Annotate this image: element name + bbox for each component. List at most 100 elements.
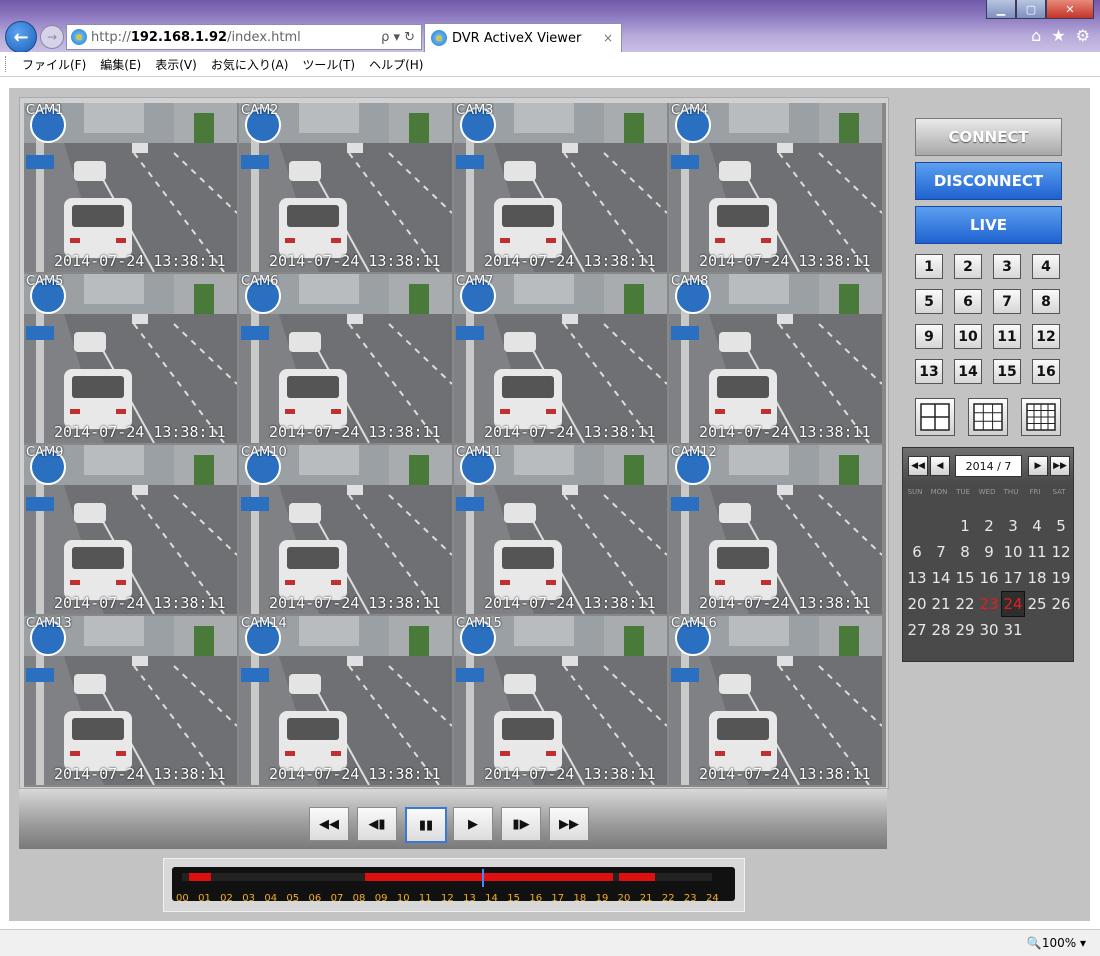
camera-tile[interactable]: CAM5 2014-07-24 13:38:11 <box>24 274 237 443</box>
zoom-level[interactable]: 🔍100% ▾ <box>1027 936 1086 950</box>
calendar-day[interactable]: 3 <box>1001 513 1025 539</box>
channel-button[interactable]: 7 <box>993 289 1021 314</box>
calendar-day[interactable]: 16 <box>977 565 1001 591</box>
next-year-button[interactable]: ▶▶ <box>1050 456 1070 476</box>
calendar-day[interactable]: 28 <box>929 617 953 643</box>
step-forward-button[interactable]: ▮▶ <box>501 807 541 841</box>
gear-icon[interactable]: ⚙ <box>1076 26 1090 45</box>
camera-tile[interactable]: CAM9 2014-07-24 13:38:11 <box>24 445 237 614</box>
favorites-star-icon[interactable]: ★ <box>1051 26 1065 45</box>
address-bar[interactable]: e http://192.168.1.92/index.html ρ ▾ ↻ <box>66 24 422 50</box>
live-button[interactable]: LIVE <box>915 206 1062 244</box>
timeline[interactable]: 00 01 02 03 04 05 06 07 08 09 10 11 12 13 14 15 16 17 18 19… <box>172 867 735 904</box>
pause-button[interactable]: ▮▮ <box>405 807 447 843</box>
camera-tile[interactable]: CAM1 2014-07-24 13:38:11 <box>24 103 237 272</box>
timeline-track[interactable]: 00 01 02 03 04 05 06 07 08 09 10 11 12 13 14 15 16 17 18 19… <box>176 869 719 904</box>
camera-tile[interactable]: CAM6 2014-07-24 13:38:11 <box>239 274 452 443</box>
calendar-day[interactable]: 11 <box>1025 539 1049 565</box>
connect-button[interactable]: CONNECT <box>915 118 1062 156</box>
home-icon[interactable]: ⌂ <box>1031 26 1041 45</box>
camera-tile[interactable]: CAM4 2014-07-24 13:38:11 <box>669 103 882 272</box>
next-month-button[interactable]: ▶ <box>1028 456 1048 476</box>
minimize-button[interactable]: ▁ <box>986 0 1016 19</box>
calendar-day[interactable]: 30 <box>977 617 1001 643</box>
calendar-day[interactable]: 13 <box>905 565 929 591</box>
calendar-day[interactable]: 17 <box>1001 565 1025 591</box>
calendar-day[interactable]: 31 <box>1001 617 1025 643</box>
step-back-button[interactable]: ◀▮ <box>357 807 397 841</box>
camera-tile[interactable]: CAM12 2014-07-24 13:38:11 <box>669 445 882 614</box>
calendar-day[interactable]: 19 <box>1049 565 1073 591</box>
layout-3x3-button[interactable] <box>968 398 1008 436</box>
channel-button[interactable]: 16 <box>1032 359 1060 384</box>
disconnect-button[interactable]: DISCONNECT <box>915 162 1062 200</box>
camera-tile[interactable]: CAM2 2014-07-24 13:38:11 <box>239 103 452 272</box>
calendar-day[interactable]: 20 <box>905 591 929 617</box>
camera-tile[interactable]: CAM15 2014-07-24 13:38:11 <box>454 616 667 785</box>
channel-button[interactable]: 6 <box>954 289 982 314</box>
calendar-day[interactable]: 1 <box>953 513 977 539</box>
close-window-button[interactable]: ✕ <box>1046 0 1094 19</box>
layout-4x4-button[interactable] <box>1021 398 1061 436</box>
camera-tile[interactable]: CAM8 2014-07-24 13:38:11 <box>669 274 882 443</box>
calendar-day[interactable]: 12 <box>1049 539 1073 565</box>
calendar-day[interactable]: 9 <box>977 539 1001 565</box>
forward-button[interactable]: → <box>40 25 64 49</box>
camera-tile[interactable]: CAM16 2014-07-24 13:38:11 <box>669 616 882 785</box>
menu-tools[interactable]: ツール(T) <box>302 56 355 73</box>
menu-help[interactable]: ヘルプ(H) <box>369 56 423 73</box>
search-refresh-icons[interactable]: ρ ▾ ↻ <box>381 30 415 45</box>
channel-button[interactable]: 14 <box>954 359 982 384</box>
channel-button[interactable]: 9 <box>915 324 943 349</box>
calendar-day[interactable]: 2 <box>977 513 1001 539</box>
calendar-day[interactable]: 5 <box>1049 513 1073 539</box>
layout-2x2-button[interactable] <box>915 398 955 436</box>
channel-button[interactable]: 15 <box>993 359 1021 384</box>
calendar-day[interactable]: 27 <box>905 617 929 643</box>
fast-rewind-button[interactable]: ◀◀ <box>309 807 349 841</box>
channel-button[interactable]: 13 <box>915 359 943 384</box>
calendar-day[interactable]: 26 <box>1049 591 1073 617</box>
menu-view[interactable]: 表示(V) <box>155 56 197 73</box>
calendar-day[interactable]: 15 <box>953 565 977 591</box>
tab-close-icon[interactable]: × <box>603 31 613 45</box>
fast-forward-button[interactable]: ▶▶ <box>549 807 589 841</box>
calendar-day[interactable]: 14 <box>929 565 953 591</box>
timeline-cursor[interactable] <box>482 869 485 887</box>
back-button[interactable]: ← <box>5 21 37 53</box>
menu-file[interactable]: ファイル(F) <box>22 56 86 73</box>
calendar-day[interactable]: 4 <box>1025 513 1049 539</box>
browser-tab[interactable]: e DVR ActiveX Viewer × <box>424 23 622 52</box>
calendar-day[interactable]: 6 <box>905 539 929 565</box>
channel-button[interactable]: 3 <box>993 254 1021 279</box>
channel-button[interactable]: 2 <box>954 254 982 279</box>
channel-button[interactable]: 10 <box>954 324 982 349</box>
calendar-day[interactable]: 25 <box>1025 591 1049 617</box>
camera-tile[interactable]: CAM14 2014-07-24 13:38:11 <box>239 616 452 785</box>
calendar-day[interactable]: 10 <box>1001 539 1025 565</box>
calendar-day[interactable]: 22 <box>953 591 977 617</box>
calendar-day[interactable]: 24 <box>1001 591 1025 617</box>
camera-tile[interactable]: CAM7 2014-07-24 13:38:11 <box>454 274 667 443</box>
address-url[interactable]: http://192.168.1.92/index.html <box>91 30 381 45</box>
channel-button[interactable]: 12 <box>1032 324 1060 349</box>
camera-tile[interactable]: CAM11 2014-07-24 13:38:11 <box>454 445 667 614</box>
channel-button[interactable]: 4 <box>1032 254 1060 279</box>
prev-month-button[interactable]: ◀ <box>930 456 950 476</box>
menu-favorites[interactable]: お気に入り(A) <box>211 56 289 73</box>
maximize-button[interactable]: ▢ <box>1016 0 1046 19</box>
prev-year-button[interactable]: ◀◀ <box>908 456 928 476</box>
camera-tile[interactable]: CAM13 2014-07-24 13:38:11 <box>24 616 237 785</box>
play-button[interactable]: ▶ <box>453 807 493 841</box>
channel-button[interactable]: 1 <box>915 254 943 279</box>
calendar-day[interactable]: 23 <box>977 591 1001 617</box>
calendar-day[interactable]: 18 <box>1025 565 1049 591</box>
calendar-day[interactable]: 21 <box>929 591 953 617</box>
channel-button[interactable]: 5 <box>915 289 943 314</box>
calendar-day[interactable]: 7 <box>929 539 953 565</box>
channel-button[interactable]: 8 <box>1032 289 1060 314</box>
menu-edit[interactable]: 編集(E) <box>100 56 141 73</box>
calendar-day[interactable]: 29 <box>953 617 977 643</box>
channel-button[interactable]: 11 <box>993 324 1021 349</box>
calendar-day[interactable]: 8 <box>953 539 977 565</box>
